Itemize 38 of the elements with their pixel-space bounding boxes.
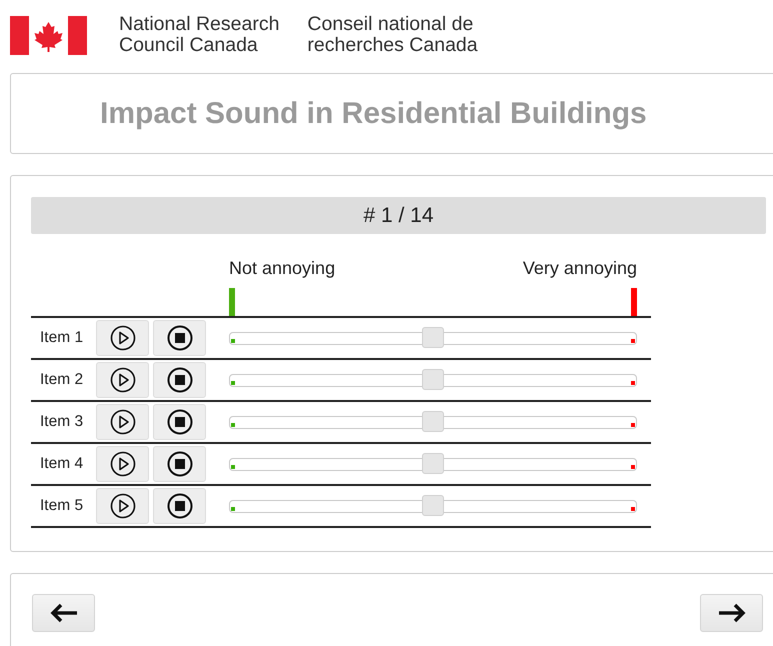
play-button[interactable] <box>96 488 149 524</box>
organization-name: National Research Council Canada <box>119 14 280 56</box>
stop-button[interactable] <box>153 488 206 524</box>
stop-button[interactable] <box>153 362 206 398</box>
organization-name: Conseil national de recherches Canada <box>307 14 478 56</box>
play-icon <box>110 493 136 519</box>
play-button[interactable] <box>96 362 149 398</box>
play-icon <box>110 451 136 477</box>
stop-icon <box>166 409 192 435</box>
stop-button[interactable] <box>153 404 206 440</box>
play-button[interactable] <box>96 404 149 440</box>
back-button[interactable] <box>32 594 95 632</box>
slider-thumb[interactable] <box>422 410 444 432</box>
right-arrow-icon <box>716 602 746 624</box>
slider-thumb[interactable] <box>422 368 444 390</box>
stop-button[interactable] <box>153 446 206 482</box>
play-icon <box>110 325 136 351</box>
page-counter: # 1 / 14 <box>31 197 766 234</box>
play-icon <box>110 367 136 393</box>
scale-marker <box>631 288 637 316</box>
scale-label: Very annoying <box>522 258 637 279</box>
stop-icon <box>166 451 192 477</box>
slider-thumb[interactable] <box>422 452 444 474</box>
play-button[interactable] <box>96 446 149 482</box>
play-button[interactable] <box>96 320 149 356</box>
next-button[interactable] <box>700 594 763 632</box>
play-icon <box>110 409 136 435</box>
stop-icon <box>166 367 192 393</box>
stop-icon <box>166 493 192 519</box>
stop-icon <box>166 325 192 351</box>
stop-button[interactable] <box>153 320 206 356</box>
flag-icon <box>10 16 87 54</box>
slider-thumb[interactable] <box>422 326 444 348</box>
scale-label: Not annoying <box>229 258 336 279</box>
page-title: Impact Sound in Residential Buildings <box>100 96 647 130</box>
left-arrow-icon <box>48 602 78 624</box>
scale-marker <box>229 288 235 316</box>
slider-thumb[interactable] <box>422 494 444 516</box>
